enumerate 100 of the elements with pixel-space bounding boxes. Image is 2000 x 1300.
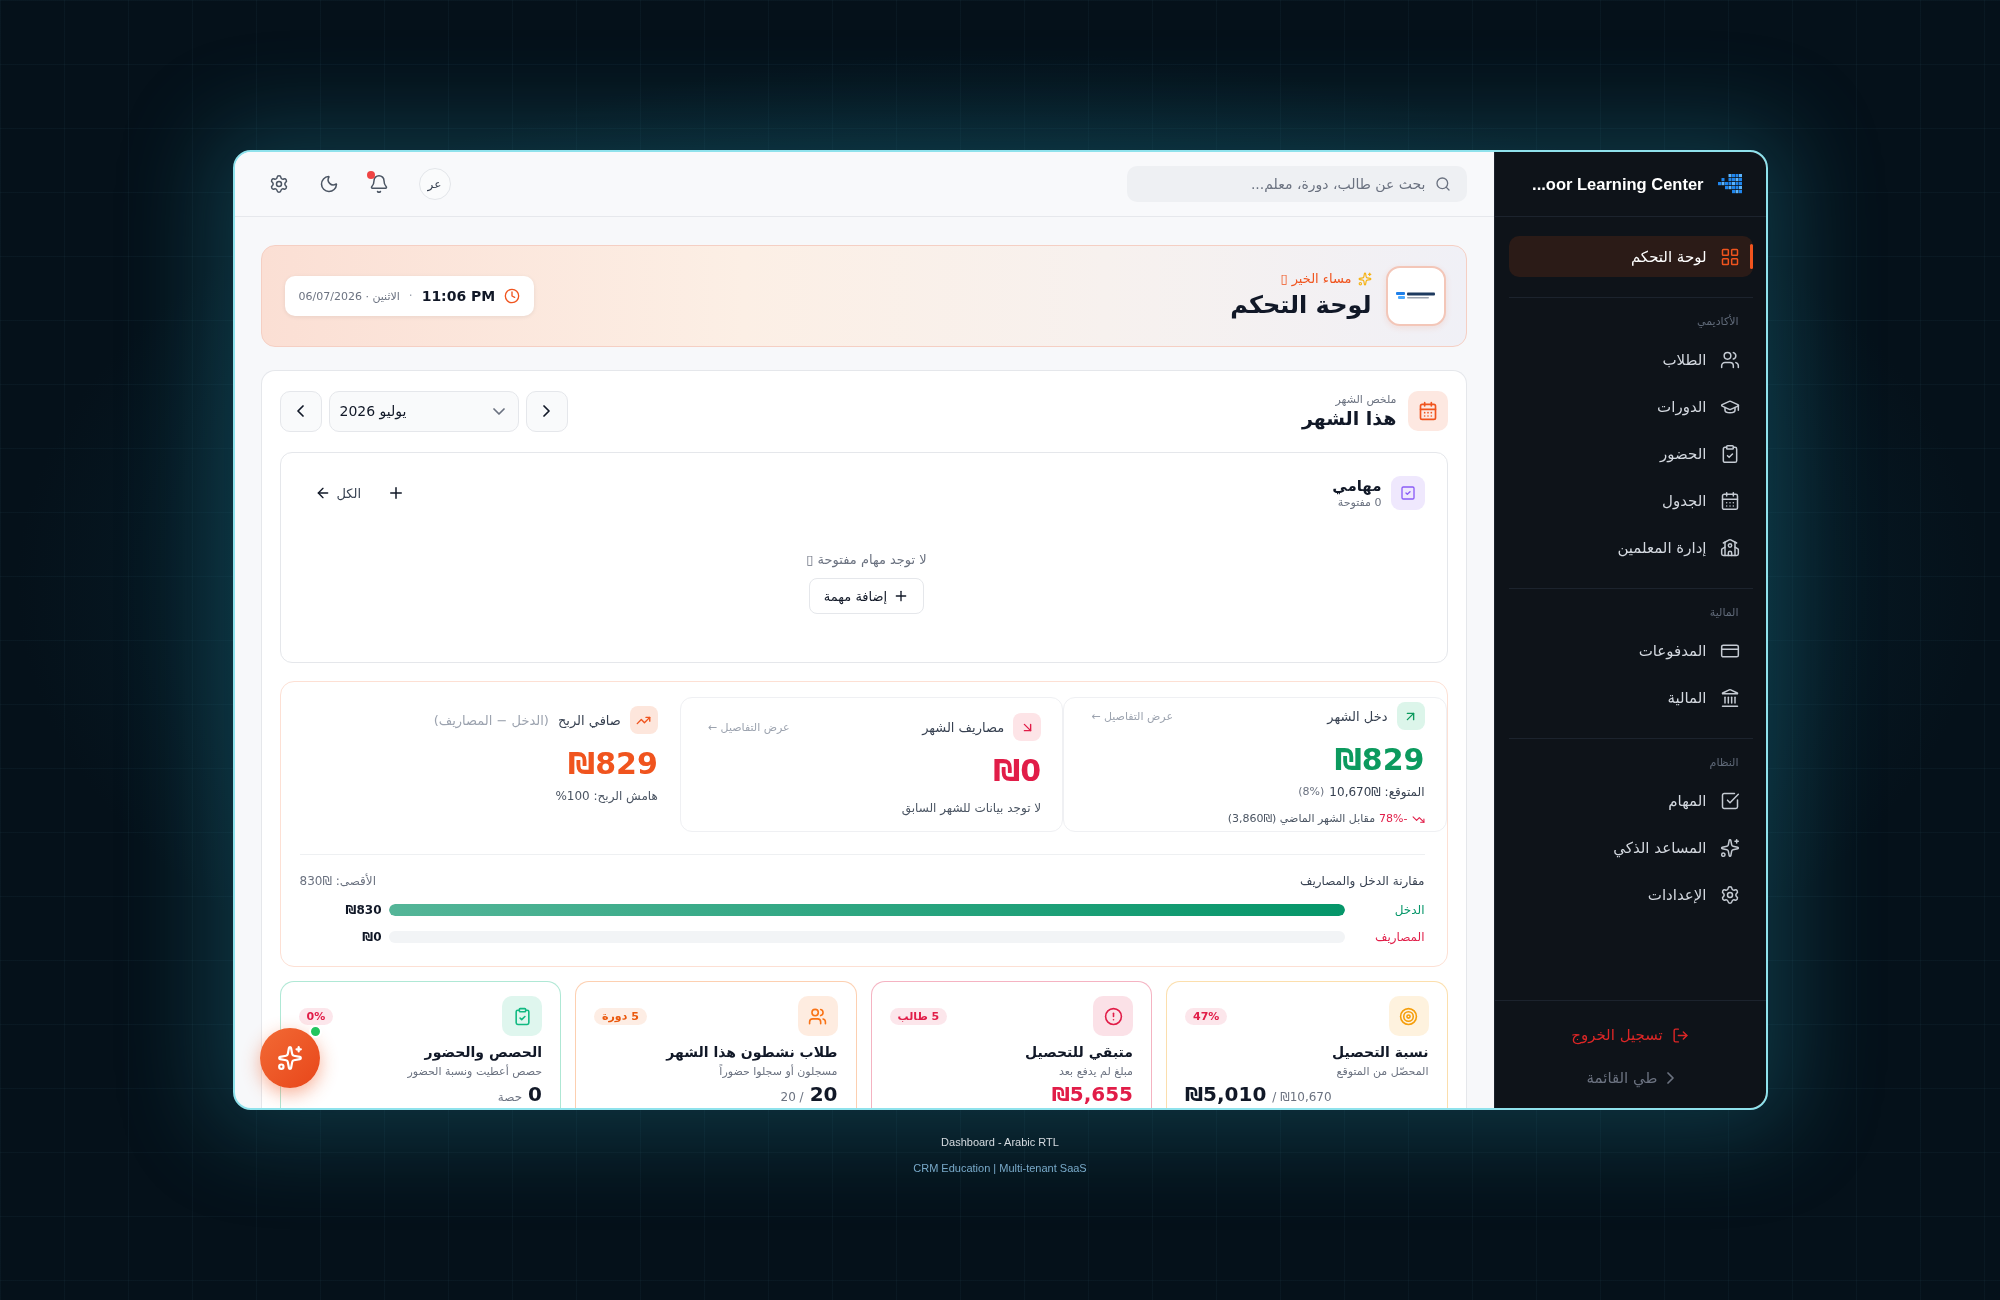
chevron-down-icon (492, 407, 505, 415)
stat-title: الحصص والحضور (423, 1043, 542, 1062)
section-title: المالية (1708, 605, 1740, 621)
sparkles-icon (1719, 837, 1740, 858)
nav-item[interactable]: إدارة المعلمين (1508, 527, 1753, 568)
stat-title: نسبة التحصيل (1331, 1043, 1429, 1062)
nav-item[interactable]: الجدول (1508, 480, 1753, 521)
trending-up-icon (629, 706, 658, 734)
amount-text: ₪829 (1333, 742, 1425, 778)
bank-building-icon (1719, 687, 1740, 708)
stat-badge: 5 دورة (594, 1007, 647, 1025)
chevron-right-icon (543, 405, 550, 417)
section-caption: ملخص الشهر (1334, 393, 1397, 406)
users-icon (1719, 349, 1740, 370)
tasks-title: مهامي (1332, 477, 1382, 495)
sparkles-icon (1357, 271, 1372, 286)
time-text: 11:06 PM (421, 288, 496, 304)
nav-item[interactable]: الدورات (1508, 386, 1753, 427)
amount-text: ₪829 (567, 746, 658, 782)
expected-share: (8%) (1298, 784, 1325, 800)
note-text: لا توجد بيانات للشهر السابق (901, 800, 1042, 816)
search-field[interactable]: بحث عن طالب، دورة، معلم... (1126, 166, 1467, 202)
note-text: هامش الربح: 100% (555, 788, 658, 804)
bell-icon[interactable] (368, 174, 389, 194)
brand-name: ...oor Learning Center (1532, 174, 1704, 194)
month-dropdown[interactable]: يوليو 2026 (328, 390, 519, 432)
stat-title: متبقي للتحصيل (1024, 1043, 1133, 1062)
grid-icon (1719, 246, 1740, 267)
stat-badge: 0% (298, 1007, 334, 1025)
chevron-left-icon (297, 405, 304, 417)
stat-title: طلاب نشطون هذا الشهر (664, 1043, 838, 1062)
sparkles-icon (276, 1045, 303, 1071)
amount-text: ₪0 (992, 753, 1042, 789)
stat-badge: 5 طالب (889, 1007, 948, 1025)
stat-value: 0 (528, 1082, 542, 1106)
nav-item[interactable]: المدفوعات (1508, 630, 1753, 671)
all-tasks-link[interactable]: الكل (308, 485, 368, 501)
section-title: هذا الشهر (1301, 407, 1397, 429)
stat-badge: 47% (1185, 1007, 1228, 1025)
logout-icon (1671, 1026, 1689, 1044)
stat-value-note: / 20 (780, 1089, 804, 1106)
chevron-right-icon (1666, 1072, 1674, 1084)
calendar-icon (1719, 490, 1740, 511)
label-note: (الدخل − المصاريف) (433, 712, 549, 728)
stat-value: 20 (809, 1082, 838, 1106)
brand-logo (1717, 174, 1742, 194)
settings-icon[interactable] (268, 174, 289, 194)
nav-item[interactable]: المساعد الذكي (1508, 827, 1753, 868)
bar-value: ₪830 (344, 903, 383, 917)
bar-label: المصاريف (1373, 930, 1425, 944)
footer-subtitle: CRM Education | Multi-tenant SaaS (913, 1161, 1087, 1175)
card-label: صافي الربح (557, 712, 621, 728)
change-text: -78% (1379, 811, 1408, 827)
school-building-icon (1719, 537, 1740, 558)
checkbox-icon (1390, 476, 1425, 510)
footer-title: Dashboard - Arabic RTL (941, 1135, 1059, 1149)
bar-value: ₪0 (361, 930, 383, 944)
nav-item[interactable]: المالية (1508, 677, 1753, 718)
max-value-text: الأقصى: ₪830 (299, 874, 376, 888)
separator-text: · (408, 289, 413, 303)
users-icon (797, 996, 838, 1036)
stat-value-note: / ₪10,670 (1272, 1089, 1332, 1106)
comparison-title: مقارنة الدخل والمصاريف (1300, 874, 1425, 888)
moon-icon[interactable] (318, 174, 339, 194)
greeting-text: مساء الخير ▯ (1280, 271, 1352, 286)
section-title: النظام (1708, 755, 1740, 771)
nav-item[interactable]: المهام (1508, 780, 1753, 821)
empty-message: لا توجد مهام مفتوحة ▯ (806, 552, 927, 567)
nav-item[interactable]: الإعدادات (1508, 874, 1753, 915)
settings-icon (1719, 884, 1740, 905)
stat-subtitle: المحصّل من المتوقع (1335, 1064, 1429, 1079)
arrow-up-right-icon (1396, 702, 1425, 730)
clock-icon (504, 288, 521, 304)
language-button[interactable]: عر (418, 168, 451, 200)
arrow-down-right-icon (1013, 713, 1042, 741)
tasks-count: 0 مفتوحة (1336, 496, 1382, 509)
stat-value: ₪5,655 (1051, 1082, 1133, 1106)
card-label: دخل الشهر (1327, 708, 1388, 724)
stat-subtitle: حصص أعطيت ونسبة الحضور (406, 1064, 542, 1079)
stat-value-note: حصة (497, 1089, 523, 1106)
stat-subtitle: مبلغ لم يدفع بعد (1058, 1064, 1133, 1079)
clipboard-check-icon (502, 996, 542, 1036)
calendar-icon (1407, 391, 1448, 431)
comparison-text: مقابل الشهر الماضي (₪3,860) (1227, 811, 1376, 827)
search-icon (1434, 176, 1451, 192)
add-task-button[interactable]: إضافة مهمة (808, 578, 925, 614)
section-title: الأكاديمي (1696, 314, 1740, 330)
date-text: الاثنين · 06/07/2026 (298, 289, 400, 303)
collapse-link[interactable]: طي القائمة (1586, 1067, 1674, 1089)
page-title: لوحة التحكم (1230, 290, 1372, 321)
nav-item[interactable]: لوحة التحكم (1508, 236, 1753, 277)
bar-label: الدخل (1393, 903, 1425, 917)
expected-text: المتوقع: ₪10,670 (1329, 784, 1425, 800)
company-logo (1385, 266, 1446, 326)
nav-item[interactable]: الحضور (1508, 433, 1753, 474)
target-icon (1388, 996, 1429, 1036)
nav-item[interactable]: الطلاب (1508, 339, 1753, 380)
logout-link[interactable]: تسجيل الخروج (1571, 1024, 1689, 1046)
stat-value: ₪5,010 (1185, 1082, 1267, 1106)
card-label: مصاريف الشهر (922, 719, 1005, 735)
